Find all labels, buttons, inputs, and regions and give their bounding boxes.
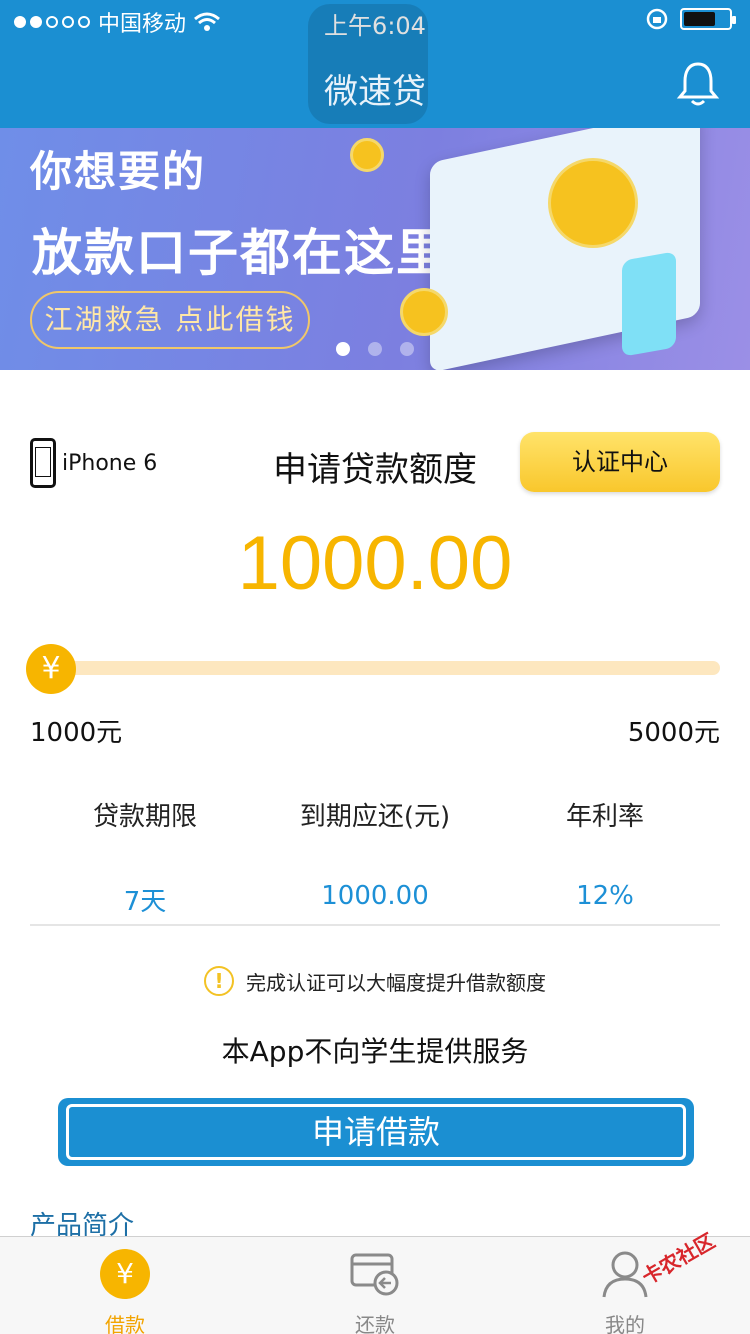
notice-text: 完成认证可以大幅度提升借款额度: [246, 970, 546, 995]
banner-headline: 你想要的: [30, 147, 207, 196]
warning-icon: !: [204, 966, 234, 996]
stat-value: 7天: [123, 887, 167, 917]
coin-illustration: [400, 288, 448, 336]
slider-max-label: 5000元: [627, 718, 720, 748]
certification-center-button[interactable]: 认证中心: [520, 432, 720, 492]
pagination-dot[interactable]: [368, 342, 382, 356]
banner-pagination: [336, 342, 414, 356]
divider: [30, 924, 720, 926]
tab-repay[interactable]: 还款: [250, 1237, 500, 1334]
loan-amount: 1000.00: [237, 521, 513, 606]
status-right: [646, 8, 736, 30]
stat-label: 年利率: [565, 802, 644, 832]
page-title: 微速贷: [324, 72, 426, 112]
battery-icon: [680, 8, 736, 30]
banner-subheadline: 放款口子都在这里: [32, 223, 448, 282]
annual-rate-stat: 年利率 12%: [475, 796, 735, 911]
banner-cta: 江湖救急 点此借钱: [30, 291, 310, 349]
repayment-due-stat: 到期应还(元) 1000.00: [245, 796, 505, 911]
rotation-lock-icon: [646, 8, 668, 30]
tab-label: 还款: [355, 1313, 395, 1334]
bell-icon[interactable]: [676, 60, 720, 108]
pagination-dot[interactable]: [336, 342, 350, 356]
stat-value: 1000.00: [321, 881, 429, 911]
apply-loan-button[interactable]: 申请借款: [58, 1098, 694, 1166]
amount-slider-handle[interactable]: ¥: [26, 644, 76, 694]
stat-label: 贷款期限: [92, 802, 197, 832]
pagination-dot[interactable]: [400, 342, 414, 356]
coin-illustration: [548, 158, 638, 248]
app-header: 中国移动 上午6:04 微速贷: [0, 0, 750, 128]
slider-min-label: 1000元: [30, 718, 123, 748]
repay-card-icon: [350, 1253, 399, 1296]
promo-banner[interactable]: 你想要的 放款口子都在这里 江湖救急 点此借钱: [0, 128, 750, 370]
yen-icon: ¥: [100, 1249, 150, 1299]
tab-borrow[interactable]: ¥ 借款: [0, 1237, 250, 1334]
loan-term-stat: 贷款期限 7天: [15, 796, 275, 918]
stat-value: 12%: [576, 881, 634, 911]
amount-slider-track[interactable]: [40, 661, 720, 675]
stat-label: 到期应还(元): [299, 802, 451, 832]
certification-notice: ! 完成认证可以大幅度提升借款额度: [0, 966, 750, 996]
tab-bar: ¥ 借款 还款 我的: [0, 1236, 750, 1334]
card-illustration: [622, 251, 676, 357]
tab-label: 我的: [605, 1313, 645, 1334]
apply-loan-label: 申请借款: [66, 1104, 686, 1160]
student-notice: 本App不向学生提供服务: [221, 1035, 529, 1068]
coin-illustration: [350, 138, 384, 172]
tab-label: 借款: [105, 1313, 145, 1334]
